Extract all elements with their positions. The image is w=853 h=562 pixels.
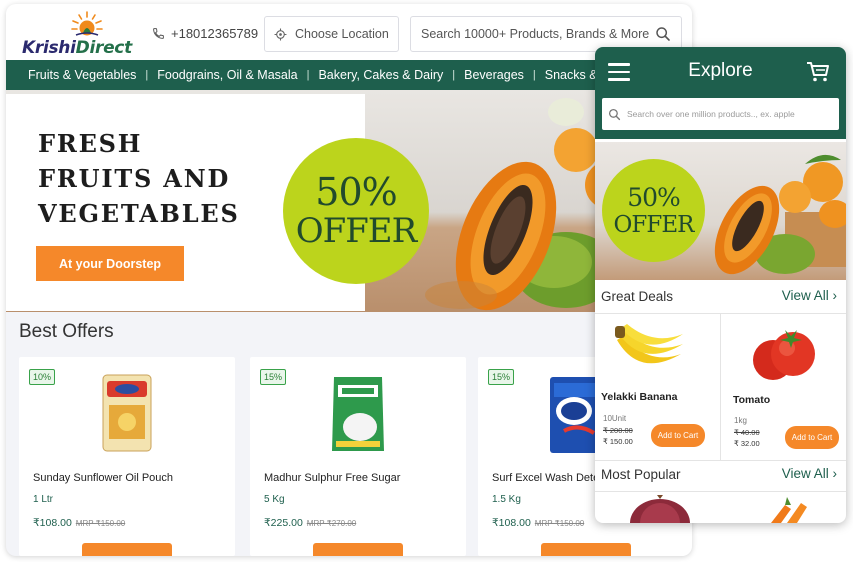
carrot-image [771,497,807,523]
deal-name: Tomato [733,394,771,406]
chevron-right-icon: › [832,288,838,303]
chevron-right-icon: › [832,466,838,481]
choose-location-button[interactable]: Choose Location [264,16,399,52]
product-card[interactable]: 10% Sunday Sunflower Oil Pouch 1 Ltr ₹10… [19,357,235,556]
product-qty: 1 Ltr [33,494,54,505]
hero-title: FRESH FRUITS AND VEGETABLES [38,126,240,231]
phone-contact[interactable]: +18012365789 [152,26,258,41]
brand-name: KrishiDirect [22,38,132,58]
mobile-window: Explore Search over one million products… [595,47,846,523]
category-nav: Fruits & Vegetables | Foodgrains, Oil & … [6,60,692,90]
category-beverages[interactable]: Beverages [455,68,533,82]
product-price: ₹108.00 MRP ₹150.00 [492,517,585,529]
sugar-bag-image [332,377,384,451]
desktop-window: KrishiDirect +18012365789 Choose Locatio… [6,4,692,556]
doorstep-button[interactable]: At your Doorstep [36,246,184,281]
great-deals-header: Great Deals View All › [595,283,846,313]
product-name[interactable]: Madhur Sulphur Free Sugar [264,472,400,484]
deal-price: ₹ 150.00 [603,437,633,446]
category-fruits-vegetables[interactable]: Fruits & Vegetables [6,68,145,82]
most-popular-view-all-link[interactable]: View All › [782,466,837,481]
search-icon[interactable] [655,26,671,42]
phone-number: +18012365789 [171,26,259,41]
hero-title-line: FRUITS AND [38,164,231,193]
location-label: Choose Location [295,27,389,41]
sun-logo-icon [71,11,103,36]
discount-badge: 15% [488,369,515,385]
add-to-cart-button[interactable]: Add to Cart [785,426,839,449]
discount-badge: 15% [260,369,287,385]
product-name[interactable]: Sunday Sunflower Oil Pouch [33,472,173,484]
oil-pouch-image [102,374,152,452]
banana-image [615,324,683,364]
category-foodgrains[interactable]: Foodgrains, Oil & Masala [148,68,306,82]
offer-percent: 50% [627,182,681,212]
phone-icon [153,28,164,39]
mobile-hero-banner: 50% OFFER [595,142,846,280]
deal-card-tomato[interactable]: Tomato 1kg ₹ 40.00 ₹ 32.00 Add to Cart [721,314,846,460]
header-bar: KrishiDirect +18012365789 Choose Locatio… [6,4,692,60]
mobile-header: Explore Search over one million products… [595,47,846,139]
offer-word: OFFER [295,211,417,251]
deal-unit: 1kg [734,416,747,425]
add-to-cart-button[interactable]: Add to Cart [651,424,705,447]
search-placeholder: Search 10000+ Products, Brands & More [421,27,650,41]
mobile-search-input[interactable]: Search over one million products.., ex. … [602,98,839,130]
product-card[interactable]: 15% Madhur Sulphur Free Sugar 5 Kg ₹225.… [250,357,466,556]
most-popular-header: Most Popular View All › [595,461,846,491]
product-qty: 1.5 Kg [492,494,521,505]
add-to-cart-button[interactable] [313,543,403,556]
deal-name: Yelakki Banana [601,391,678,403]
hero-title-line: VEGETABLES [38,199,240,228]
mobile-offer-badge: 50% OFFER [602,159,705,262]
add-to-cart-button[interactable] [541,543,631,556]
divider [595,491,846,492]
product-qty: 5 Kg [264,494,285,505]
deal-unit: 10Unit [603,414,627,423]
deal-price: ₹ 32.00 [734,439,760,448]
offer-badge: 50% OFFER [283,138,429,284]
category-bakery[interactable]: Bakery, Cakes & Dairy [309,68,452,82]
add-to-cart-button[interactable] [82,543,172,556]
location-target-icon [274,28,287,40]
deal-mrp: ₹ 200.00 [603,426,633,435]
tomato-image [753,330,815,380]
best-offers-title: Best Offers [19,321,114,342]
onion-image [630,495,690,523]
deal-mrp: ₹ 40.00 [734,428,760,437]
brand-logo[interactable]: KrishiDirect [20,7,135,58]
most-popular-title: Most Popular [601,467,681,482]
offer-word: OFFER [613,211,695,238]
great-deals-title: Great Deals [601,289,674,304]
product-name[interactable]: Surf Excel Wash Dete [492,472,599,484]
deal-card-banana[interactable]: Yelakki Banana 10Unit ₹ 200.00 ₹ 150.00 … [595,314,720,460]
product-price: ₹225.00 MRP ₹270.00 [264,517,357,529]
search-icon [608,108,621,120]
offer-percent: 50% [315,170,397,214]
hero-title-line: FRESH [38,129,143,158]
cart-icon[interactable] [806,61,830,83]
great-deals-view-all-link[interactable]: View All › [782,288,837,303]
hero-banner: FRESH FRUITS AND VEGETABLES At your Door… [6,90,692,312]
mobile-search-placeholder: Search over one million products.., ex. … [627,109,795,119]
discount-badge: 10% [29,369,56,385]
product-price: ₹108.00 MRP ₹150.00 [33,517,126,529]
